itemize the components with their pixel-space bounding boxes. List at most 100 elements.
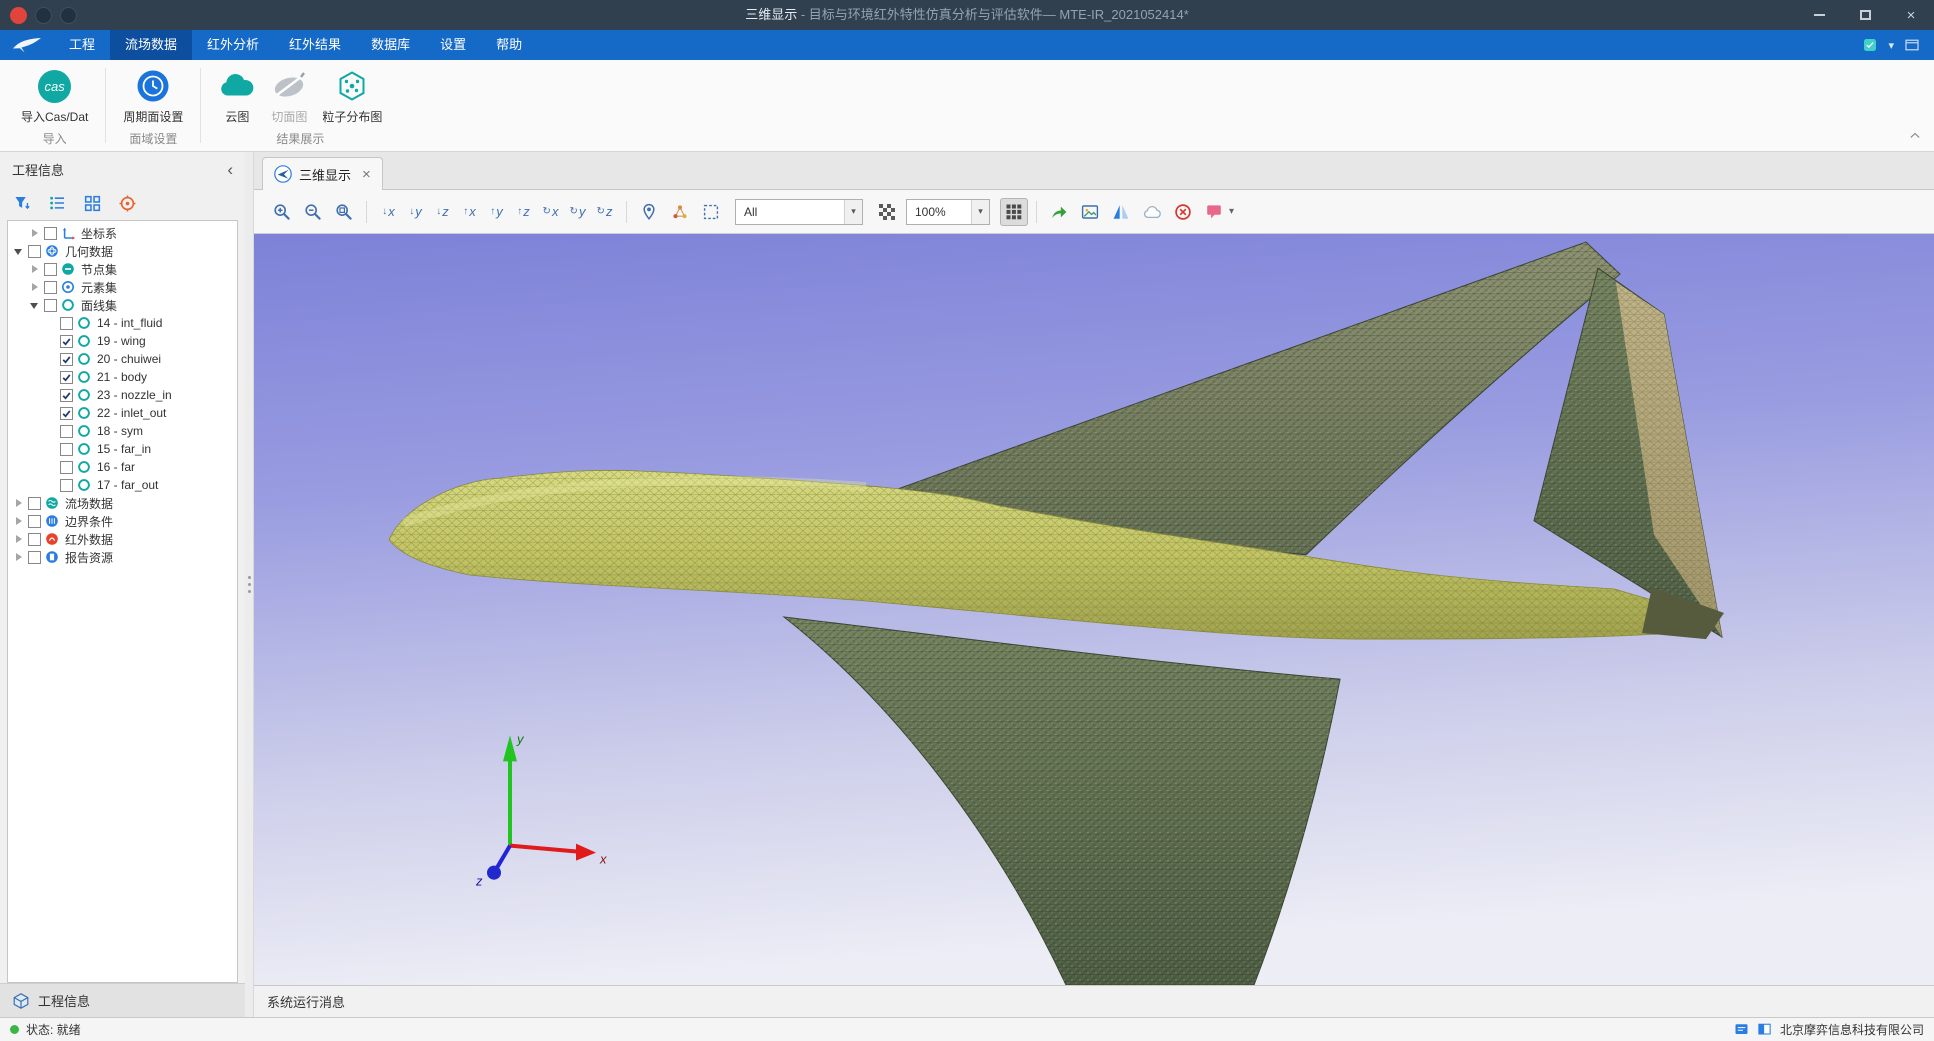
view-x-up-button[interactable]: ↑x <box>456 198 483 226</box>
zoom-fit-button[interactable] <box>330 198 358 226</box>
marker-tag-icon[interactable] <box>1200 198 1228 226</box>
clear-cancel-button[interactable] <box>1169 198 1197 226</box>
tree-item-label[interactable]: 22 - inlet_out <box>95 406 166 420</box>
tree-expand-open-icon[interactable] <box>14 246 24 256</box>
tree-item-label[interactable]: 20 - chuiwei <box>95 352 161 366</box>
taskbar-split-icon[interactable] <box>1757 1022 1772 1037</box>
menu-item-3[interactable]: 红外结果 <box>274 30 356 60</box>
view-z-rotate-button[interactable]: ↻z <box>591 198 618 226</box>
panel-splitter[interactable] <box>245 152 254 1017</box>
tree-item-label[interactable]: 23 - nozzle_in <box>95 388 172 402</box>
tree-checkbox[interactable] <box>28 497 41 510</box>
tree-expand-closed-icon[interactable] <box>30 264 40 274</box>
tree-checkbox[interactable] <box>60 407 73 420</box>
tree-checkbox[interactable] <box>60 371 73 384</box>
probe-pin-button[interactable] <box>635 198 663 226</box>
tree-item-12[interactable]: 15 - far_in <box>8 440 237 458</box>
tree-item-label[interactable]: 16 - far <box>95 460 135 474</box>
ribbon-button-clock[interactable]: 周期面设置 <box>116 66 190 126</box>
zoom-in-button[interactable] <box>268 198 296 226</box>
tree-checkbox[interactable] <box>60 461 73 474</box>
tree-item-label[interactable]: 面线集 <box>79 297 117 314</box>
menu-item-6[interactable]: 帮助 <box>481 30 537 60</box>
tree-item-11[interactable]: 18 - sym <box>8 422 237 440</box>
maximize-button[interactable] <box>1842 0 1888 30</box>
tree-item-10[interactable]: 22 - inlet_out <box>8 404 237 422</box>
tree-item-13[interactable]: 16 - far <box>8 458 237 476</box>
export-share-button[interactable] <box>1045 198 1073 226</box>
tree-expand-closed-icon[interactable] <box>30 282 40 292</box>
tree-item-5[interactable]: 14 - int_fluid <box>8 314 237 332</box>
tree-item-8[interactable]: 21 - body <box>8 368 237 386</box>
tree-item-16[interactable]: 边界条件 <box>8 512 237 530</box>
menu-item-1[interactable]: 流场数据 <box>110 30 192 60</box>
tree-item-label[interactable]: 几何数据 <box>63 243 113 260</box>
tree-expand-closed-icon[interactable] <box>30 228 40 238</box>
panel-collapse-button[interactable]: ‹ <box>227 161 233 178</box>
tree-expand-closed-icon[interactable] <box>14 498 24 508</box>
tree-item-label[interactable]: 17 - far_out <box>95 478 158 492</box>
view-x-down-button[interactable]: ↓x <box>375 198 402 226</box>
minimize-button[interactable] <box>1796 0 1842 30</box>
chevron-down-icon[interactable]: ▾ <box>971 200 989 224</box>
tree-expand-open-icon[interactable] <box>30 300 40 310</box>
ribbon-button-slice[interactable]: 切面图 <box>263 66 315 126</box>
view-x-rotate-button[interactable]: ↻x <box>537 198 564 226</box>
tree-expand-closed-icon[interactable] <box>14 516 24 526</box>
texture-pattern-button[interactable] <box>873 198 901 226</box>
snapshot-image-button[interactable] <box>1076 198 1104 226</box>
mirror-button[interactable] <box>1107 198 1135 226</box>
tree-item-15[interactable]: 流场数据 <box>8 494 237 512</box>
tree-item-2[interactable]: 节点集 <box>8 260 237 278</box>
app-badge-red-icon[interactable] <box>10 7 27 24</box>
ribbon-collapse-button[interactable] <box>1908 129 1922 146</box>
ribbon-button-cloud[interactable]: 云图 <box>211 66 263 126</box>
tree-checkbox[interactable] <box>60 389 73 402</box>
particles-button[interactable] <box>666 198 694 226</box>
close-button[interactable]: × <box>1888 0 1934 30</box>
view-y-rotate-button[interactable]: ↻y <box>564 198 591 226</box>
display-filter-select[interactable]: All ▾ <box>735 199 863 225</box>
app-badge-1-icon[interactable] <box>35 7 52 24</box>
box-select-button[interactable] <box>697 198 725 226</box>
chevron-down-icon[interactable]: ▾ <box>844 200 862 224</box>
tree-item-label[interactable]: 坐标系 <box>79 225 117 242</box>
tree-item-0[interactable]: 坐标系 <box>8 224 237 242</box>
menu-item-5[interactable]: 设置 <box>425 30 481 60</box>
tree-item-label[interactable]: 节点集 <box>79 261 117 278</box>
tree-item-label[interactable]: 红外数据 <box>63 531 113 548</box>
tree-item-label[interactable]: 边界条件 <box>63 513 113 530</box>
tree-checkbox[interactable] <box>28 245 41 258</box>
tree-item-17[interactable]: 红外数据 <box>8 530 237 548</box>
tree-checkbox[interactable] <box>28 515 41 528</box>
list-view-icon[interactable] <box>48 194 67 213</box>
tree-item-label[interactable]: 流场数据 <box>63 495 113 512</box>
chevron-down-icon[interactable]: ▾ <box>1229 206 1234 217</box>
tree-checkbox[interactable] <box>28 551 41 564</box>
tree-checkbox[interactable] <box>28 533 41 546</box>
window-layout-icon[interactable] <box>1904 37 1920 53</box>
tree-checkbox[interactable] <box>60 335 73 348</box>
tree-checkbox[interactable] <box>44 281 57 294</box>
tree-item-4[interactable]: 面线集 <box>8 296 237 314</box>
ribbon-button-particles[interactable]: 粒子分布图 <box>315 66 389 126</box>
chevron-down-icon[interactable]: ▾ <box>1888 39 1894 52</box>
theme-icon[interactable] <box>1862 37 1878 53</box>
locate-target-icon[interactable] <box>118 194 137 213</box>
tree-item-3[interactable]: 元素集 <box>8 278 237 296</box>
tree-checkbox[interactable] <box>44 263 57 276</box>
taskbar-panel-icon[interactable] <box>1734 1022 1749 1037</box>
view-y-down-button[interactable]: ↓y <box>402 198 429 226</box>
zoom-level-select[interactable]: 100% ▾ <box>906 199 990 225</box>
app-badge-2-icon[interactable] <box>60 7 77 24</box>
tree-item-label[interactable]: 报告资源 <box>63 549 113 566</box>
tree-item-14[interactable]: 17 - far_out <box>8 476 237 494</box>
tree-item-18[interactable]: 报告资源 <box>8 548 237 566</box>
tree-item-label[interactable]: 15 - far_in <box>95 442 151 456</box>
menu-item-0[interactable]: 工程 <box>54 30 110 60</box>
view-z-up-button[interactable]: ↑z <box>510 198 537 226</box>
zoom-out-button[interactable] <box>299 198 327 226</box>
filter-icon[interactable] <box>13 194 32 213</box>
grid-view-icon[interactable] <box>83 194 102 213</box>
tree-expand-closed-icon[interactable] <box>14 534 24 544</box>
